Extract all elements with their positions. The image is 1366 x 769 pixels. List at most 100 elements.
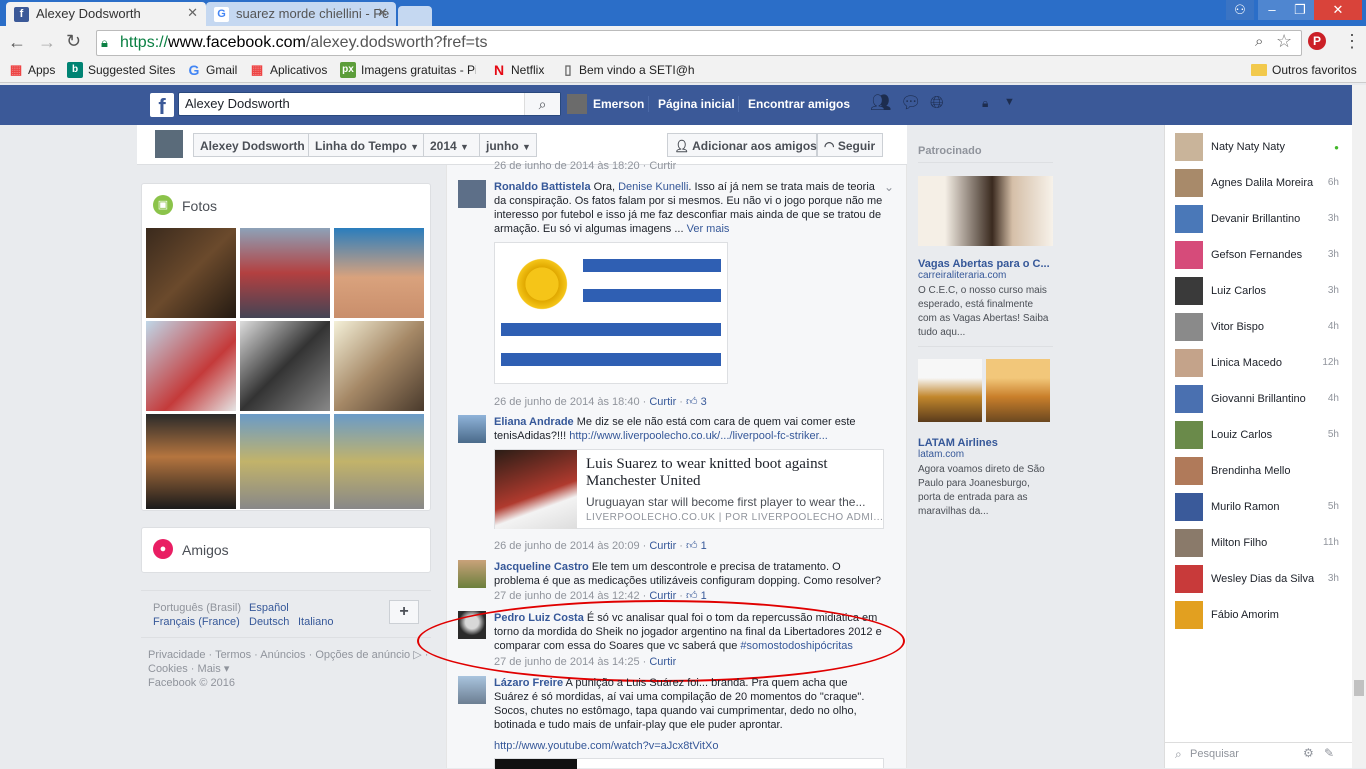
page-scrollbar[interactable] (1352, 85, 1366, 768)
see-more-link[interactable]: Ver mais (687, 223, 730, 235)
comment-date[interactable]: 27 de junho de 2014 às 12:42 (494, 590, 640, 600)
notifications-globe-icon[interactable]: 🌐︎ (930, 93, 944, 113)
photo-thumbnail[interactable] (334, 321, 424, 411)
bookmark-seti[interactable]: Bem vindo a SETI@ho (579, 63, 694, 77)
chat-contact[interactable]: Brendinha Mello (1175, 457, 1345, 487)
follow-button[interactable]: ◠ Seguir (817, 133, 883, 157)
friend-requests-icon[interactable]: 👥︎ (870, 93, 892, 113)
forward-icon[interactable]: → (38, 32, 56, 53)
chat-contact[interactable]: Fábio Amorim (1175, 601, 1345, 631)
timeline-tab-dropdown[interactable]: Linha do Tempo ▼ (308, 133, 424, 157)
reload-icon[interactable]: ↻ (66, 31, 81, 52)
star-icon[interactable]: ☆ (1276, 31, 1292, 52)
nav-find-friends[interactable]: Encontrar amigos (748, 97, 850, 111)
menu-icon[interactable]: ⋮ (1343, 31, 1361, 52)
like-link[interactable]: Curtir (649, 540, 676, 552)
photo-thumbnail[interactable] (146, 414, 236, 509)
nav-profile[interactable]: Emerson (593, 97, 644, 111)
chat-contact[interactable]: Louiz Carlos 5h (1175, 421, 1345, 451)
user-icon[interactable]: ⚇ (1226, 0, 1254, 20)
add-language-button[interactable]: + (389, 600, 419, 624)
mention-link[interactable]: Denise Kunelli (618, 181, 688, 193)
like-link[interactable]: Curtir (649, 396, 676, 408)
maximize-button[interactable]: ❐ (1286, 0, 1314, 20)
timeline-name-button[interactable]: Alexey Dodsworth (193, 133, 309, 157)
chat-contact[interactable]: Devanir Brillantino 3h (1175, 205, 1345, 235)
back-icon[interactable]: ← (8, 32, 26, 53)
ad-image[interactable] (918, 176, 1053, 246)
bookmark-suggested-sites[interactable]: Suggested Sites (88, 63, 175, 77)
like-count[interactable]: 1 (701, 540, 707, 552)
chat-search-input[interactable]: Pesquisar (1190, 748, 1239, 760)
comment-date[interactable]: 26 de junho de 2014 às 18:40 (494, 396, 640, 408)
bookmark-aplicativos[interactable]: Aplicativos (270, 63, 327, 77)
bookmark-apps[interactable]: Apps (28, 63, 55, 77)
messages-icon[interactable]: 💬︎ (900, 93, 922, 113)
footer-link[interactable]: Mais (198, 663, 221, 675)
bookmark-outros-favoritos[interactable]: Outros favoritos (1272, 63, 1357, 77)
photo-thumbnail[interactable] (240, 228, 330, 318)
ad-image[interactable] (986, 359, 1050, 422)
profile-thumbnail[interactable] (155, 130, 183, 158)
language-link[interactable]: Italiano (298, 616, 333, 628)
photo-thumbnail[interactable] (240, 321, 330, 411)
user-avatar[interactable] (567, 94, 587, 114)
facebook-logo-icon[interactable]: f (150, 93, 174, 119)
commenter-name[interactable]: Jacqueline Castro (494, 561, 589, 573)
month-dropdown[interactable]: junho ▼ (479, 133, 537, 157)
scrollbar-thumb[interactable] (1354, 680, 1364, 696)
photo-thumbnail[interactable] (240, 414, 330, 509)
video-preview-card[interactable] (494, 758, 884, 769)
footer-link[interactable]: Termos (215, 649, 251, 661)
bookmark-imagens-gratuitas[interactable]: Imagens gratuitas - Pi (361, 63, 476, 77)
ad-domain[interactable]: carreiraliteraria.com (918, 270, 1006, 281)
zoom-icon[interactable]: ⌕ (1255, 33, 1263, 50)
like-count[interactable]: 3 (701, 396, 707, 408)
commenter-name[interactable]: Lázaro Freire (494, 677, 563, 689)
commenter-avatar[interactable] (458, 676, 486, 704)
language-link[interactable]: Español (249, 602, 289, 614)
account-dropdown-icon[interactable]: ▼ (1004, 96, 1015, 108)
chat-contact[interactable]: Wesley Dias da Silva 3h (1175, 565, 1345, 595)
commenter-avatar[interactable] (458, 560, 486, 588)
link-preview-card[interactable]: Luis Suarez to wear knitted boot against… (494, 449, 884, 529)
compose-icon[interactable]: ✎ (1324, 746, 1334, 760)
privacy-lock-icon[interactable]: 🔒︎ (982, 96, 988, 111)
chat-contact[interactable]: Luiz Carlos 3h (1175, 277, 1345, 307)
comment-date[interactable]: 26 de junho de 2014 às 20:09 (494, 540, 640, 552)
commenter-avatar[interactable] (458, 415, 486, 443)
comment-image-uruguay-flag[interactable] (494, 242, 728, 384)
ad-title[interactable]: LATAM Airlines (918, 437, 998, 449)
chevron-down-icon[interactable]: ⌄ (884, 180, 894, 194)
gear-icon[interactable]: ⚙ (1303, 746, 1314, 760)
photo-thumbnail[interactable] (146, 228, 236, 318)
chat-contact[interactable]: Agnes Dalila Moreira 6h (1175, 169, 1345, 199)
close-window-button[interactable]: ✕ (1314, 0, 1362, 20)
footer-link[interactable]: Anúncios (260, 649, 305, 661)
chat-contact[interactable]: Linica Macedo 12h (1175, 349, 1345, 379)
chat-contact[interactable]: Murilo Ramon 5h (1175, 493, 1345, 523)
comment-link[interactable]: http://www.liverpoolecho.co.uk/.../liver… (569, 430, 828, 442)
chat-contact[interactable]: Naty Naty Naty ● (1175, 133, 1345, 163)
commenter-avatar[interactable] (458, 180, 486, 208)
chat-contact[interactable]: Vitor Bispo 4h (1175, 313, 1345, 343)
footer-link[interactable]: Opções de anúncio (315, 649, 410, 661)
year-dropdown[interactable]: 2014 ▼ (423, 133, 480, 157)
like-count[interactable]: 1 (701, 590, 707, 600)
add-friend-button[interactable]: 👤︎ Adicionar aos amigos (667, 133, 817, 157)
new-tab-button[interactable] (398, 6, 432, 26)
bookmark-netflix[interactable]: Netflix (511, 63, 544, 77)
browser-tab[interactable]: G suarez morde chiellini - Pe ✕ (206, 2, 396, 26)
ad-domain[interactable]: latam.com (918, 449, 964, 460)
photo-thumbnail[interactable] (334, 228, 424, 318)
ad-title[interactable]: Vagas Abertas para o C... (918, 258, 1050, 270)
like-link[interactable]: Curtir (649, 590, 676, 600)
fb-search-input[interactable]: Alexey Dodsworth (185, 96, 290, 111)
footer-link[interactable]: Cookies (148, 663, 188, 675)
chat-contact[interactable]: Milton Filho 11h (1175, 529, 1345, 559)
chat-contact[interactable]: Giovanni Brillantino 4h (1175, 385, 1345, 415)
footer-link[interactable]: Privacidade (148, 649, 205, 661)
tab-close-icon[interactable]: ✕ (377, 5, 388, 21)
chat-contact[interactable]: Gefson Fernandes 3h (1175, 241, 1345, 271)
language-link[interactable]: Deutsch (249, 616, 289, 628)
